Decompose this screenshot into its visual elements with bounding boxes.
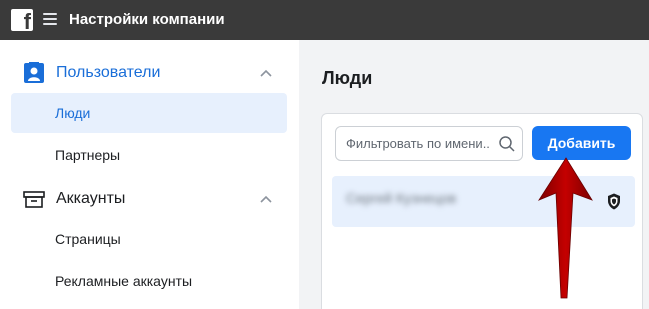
section-users[interactable]: Пользователи: [0, 58, 299, 88]
add-button[interactable]: Добавить: [532, 126, 631, 160]
search-icon[interactable]: [498, 135, 516, 153]
sidebar-item-label: Страницы: [55, 231, 121, 247]
section-accounts[interactable]: Аккаунты: [0, 184, 299, 214]
page-title: Люди: [322, 68, 373, 88]
sidebar-item-label: Партнеры: [55, 147, 121, 163]
search-box[interactable]: [335, 126, 523, 161]
archive-box-icon: [23, 191, 45, 208]
app-title: Настройки компании: [69, 11, 225, 28]
shield-icon: [608, 193, 620, 210]
person-name: Сергей Кузнецов: [346, 190, 457, 206]
chevron-up-icon[interactable]: [260, 195, 272, 203]
sidebar-item-pages[interactable]: Страницы: [11, 219, 287, 259]
sidebar-item-people[interactable]: Люди: [11, 93, 287, 133]
section-accounts-label: Аккаунты: [56, 190, 126, 207]
chevron-up-icon[interactable]: [260, 69, 272, 77]
person-row[interactable]: Сергей Кузнецов: [332, 176, 635, 227]
main-content: Люди Добавить Сергей Кузнецов: [299, 40, 649, 309]
sidebar-item-label: Рекламные аккаунты: [55, 273, 193, 289]
sidebar-item-partners[interactable]: Партнеры: [11, 135, 287, 175]
people-card: Добавить Сергей Кузнецов: [321, 113, 643, 309]
hamburger-menu-icon[interactable]: [43, 13, 57, 25]
top-bar: f Настройки компании: [0, 0, 649, 40]
sidebar-item-ad-accounts[interactable]: Рекламные аккаунты: [11, 261, 287, 301]
sidebar: Пользователи Люди Партнеры Аккаунты Стра…: [0, 40, 299, 309]
users-badge-icon: [24, 62, 44, 83]
search-input[interactable]: [336, 127, 491, 160]
facebook-logo-icon[interactable]: f: [11, 9, 33, 31]
sidebar-item-label: Люди: [55, 105, 91, 121]
section-users-label: Пользователи: [56, 64, 161, 81]
